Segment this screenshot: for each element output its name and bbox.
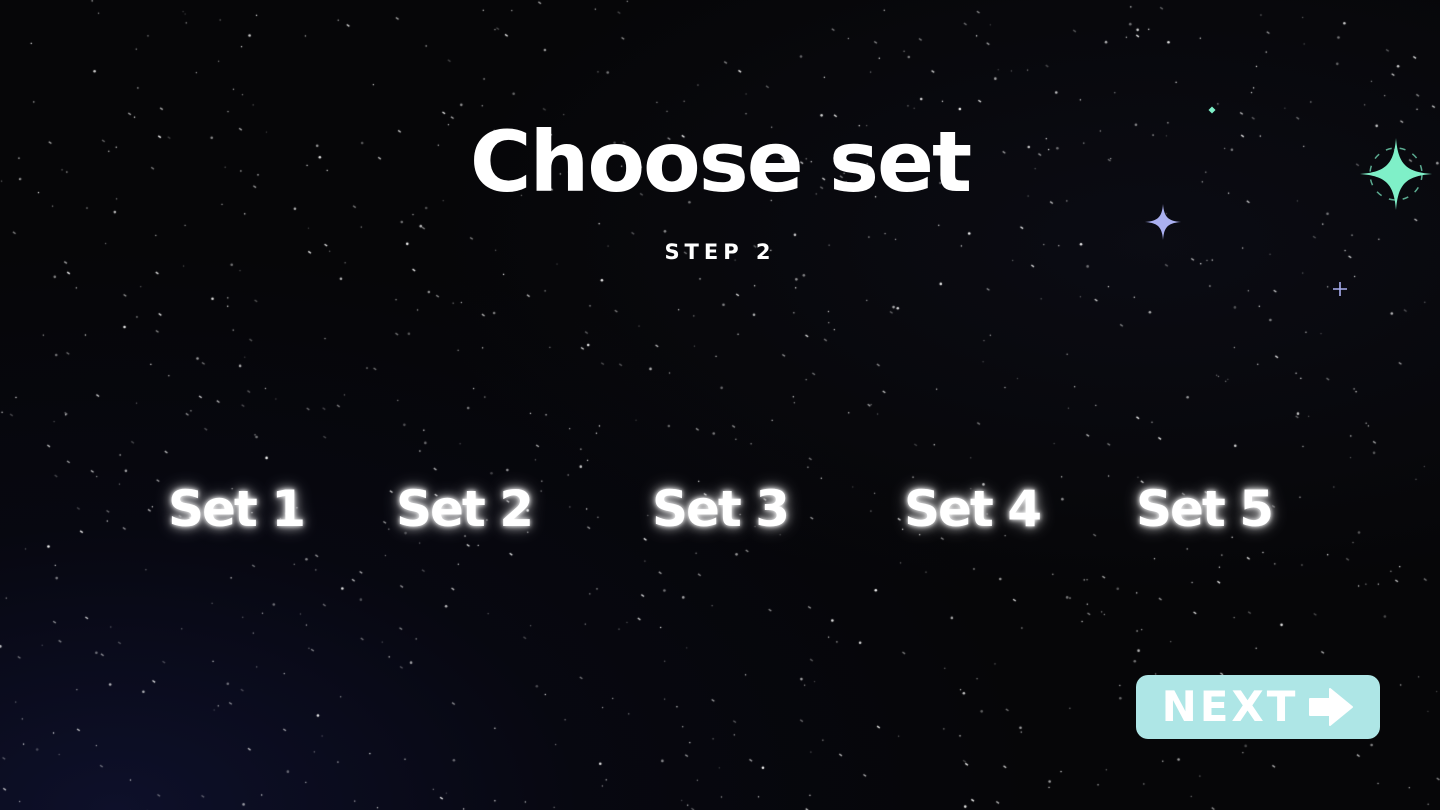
sparkle-tiny-icon bbox=[1333, 282, 1347, 296]
game-screen: Choose set STEP 2 Set 1 Set 2 Set 3 Set … bbox=[0, 0, 1440, 810]
arrow-right-icon bbox=[1309, 688, 1354, 726]
next-button-label: NEXT bbox=[1161, 682, 1299, 731]
set-3-button[interactable]: Set 3 bbox=[652, 474, 790, 544]
set-5-button[interactable]: Set 5 bbox=[1136, 474, 1274, 544]
set-2-button[interactable]: Set 2 bbox=[396, 474, 534, 544]
next-button[interactable]: NEXT bbox=[1136, 675, 1380, 739]
set-4-button[interactable]: Set 4 bbox=[904, 474, 1042, 544]
page-title: Choose set bbox=[469, 113, 972, 211]
set-1-button[interactable]: Set 1 bbox=[168, 474, 306, 544]
step-label: STEP 2 bbox=[664, 240, 776, 264]
